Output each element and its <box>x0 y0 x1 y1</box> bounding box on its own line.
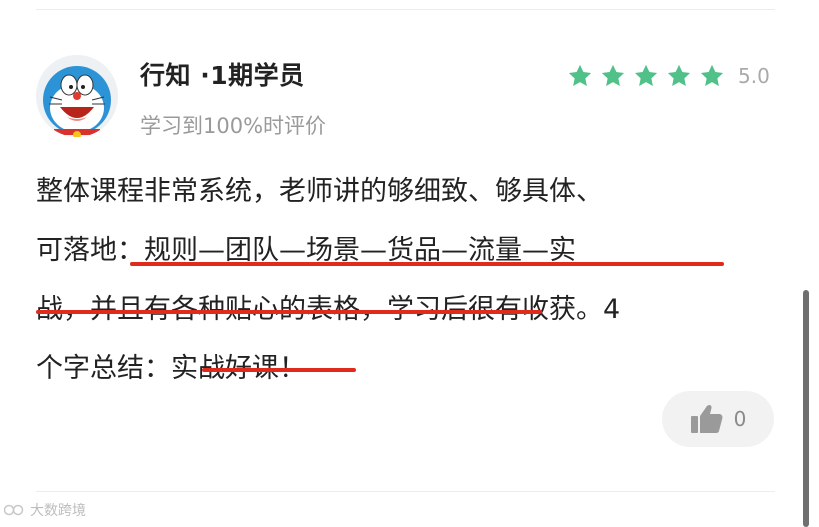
progress-note: 学习到100%时评价 <box>140 114 327 138</box>
watermark-text: 大数跨境 <box>30 503 86 519</box>
red-underline-annotation <box>36 310 542 314</box>
doraemon-avatar-icon <box>36 55 118 137</box>
like-button[interactable]: 0 <box>662 391 774 447</box>
star-icon <box>601 64 625 87</box>
review-line: 个字总结：实战好课！ <box>36 353 306 384</box>
review-text: 整体课程非常系统，老师讲的够细致、够具体、 可落地：规则—团队—场景—货品—流量… <box>36 162 778 398</box>
red-underline-annotation <box>130 262 724 266</box>
review-line: 可落地：规则—团队—场景—货品—流量—实 <box>36 235 576 266</box>
watermark: 大数跨境 <box>4 500 86 520</box>
user-name: 行知 ·1期学员 <box>140 61 305 90</box>
star-icon <box>634 64 658 87</box>
star-rating: 5.0 <box>566 62 770 90</box>
like-count: 0 <box>733 407 747 431</box>
review-line: 整体课程非常系统，老师讲的够细致、够具体、 <box>36 176 603 207</box>
top-divider <box>36 9 775 10</box>
rating-score: 5.0 <box>738 64 770 88</box>
watermark-logo-icon <box>4 504 24 516</box>
star-icon <box>667 64 691 87</box>
bottom-divider <box>36 491 775 492</box>
thumbs-up-icon <box>690 404 723 433</box>
scrollbar[interactable] <box>803 290 809 527</box>
star-icon <box>568 64 592 87</box>
user-avatar[interactable] <box>36 55 118 137</box>
star-icon <box>700 64 724 87</box>
red-underline-annotation <box>202 368 356 372</box>
